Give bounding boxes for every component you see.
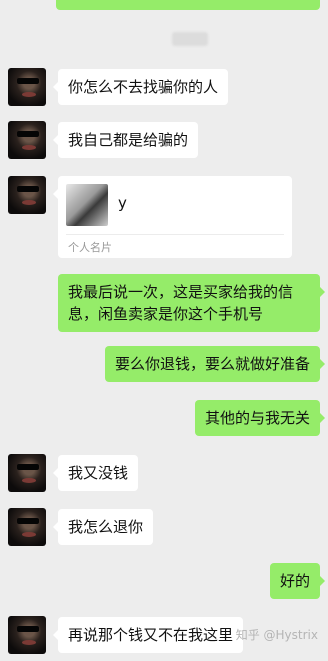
contact-avatar[interactable] — [8, 68, 46, 106]
card-contact-name: y — [118, 194, 127, 212]
outgoing-message-bubble[interactable]: 其他的与我无关 — [194, 400, 326, 436]
contact-avatar[interactable] — [8, 121, 46, 159]
card-avatar-image — [66, 184, 108, 226]
incoming-message-bubble[interactable]: 再说那个钱又不在我这里 — [52, 617, 244, 653]
incoming-message-bubble[interactable]: 我怎么退你 — [52, 509, 154, 545]
card-type-label: 个人名片 — [68, 241, 112, 254]
contact-avatar[interactable] — [8, 616, 46, 654]
outgoing-message-bubble[interactable]: 要么你退钱，要么就做好准备 — [104, 346, 326, 382]
incoming-message-bubble[interactable]: 你怎么不去找骗你的人 — [52, 69, 229, 105]
outgoing-message-bubble[interactable]: 好的 — [269, 563, 326, 599]
contact-avatar[interactable] — [8, 176, 46, 214]
incoming-message-bubble[interactable]: 我自己都是给骗的 — [52, 122, 199, 158]
previous-message-bubble[interactable] — [56, 0, 320, 10]
outgoing-message-bubble[interactable]: 我最后说一次，这是买家给我的信息，闲鱼卖家是你这个手机号 — [58, 274, 325, 332]
contact-avatar[interactable] — [8, 508, 46, 546]
incoming-message-bubble[interactable]: 我又没钱 — [52, 455, 139, 491]
contact-card-message[interactable]: y 个人名片 — [53, 176, 292, 258]
card-divider — [66, 234, 284, 235]
watermark-text: 知乎 @Hystrix — [235, 628, 318, 642]
timestamp-blurred — [172, 32, 208, 46]
contact-avatar[interactable] — [8, 454, 46, 492]
